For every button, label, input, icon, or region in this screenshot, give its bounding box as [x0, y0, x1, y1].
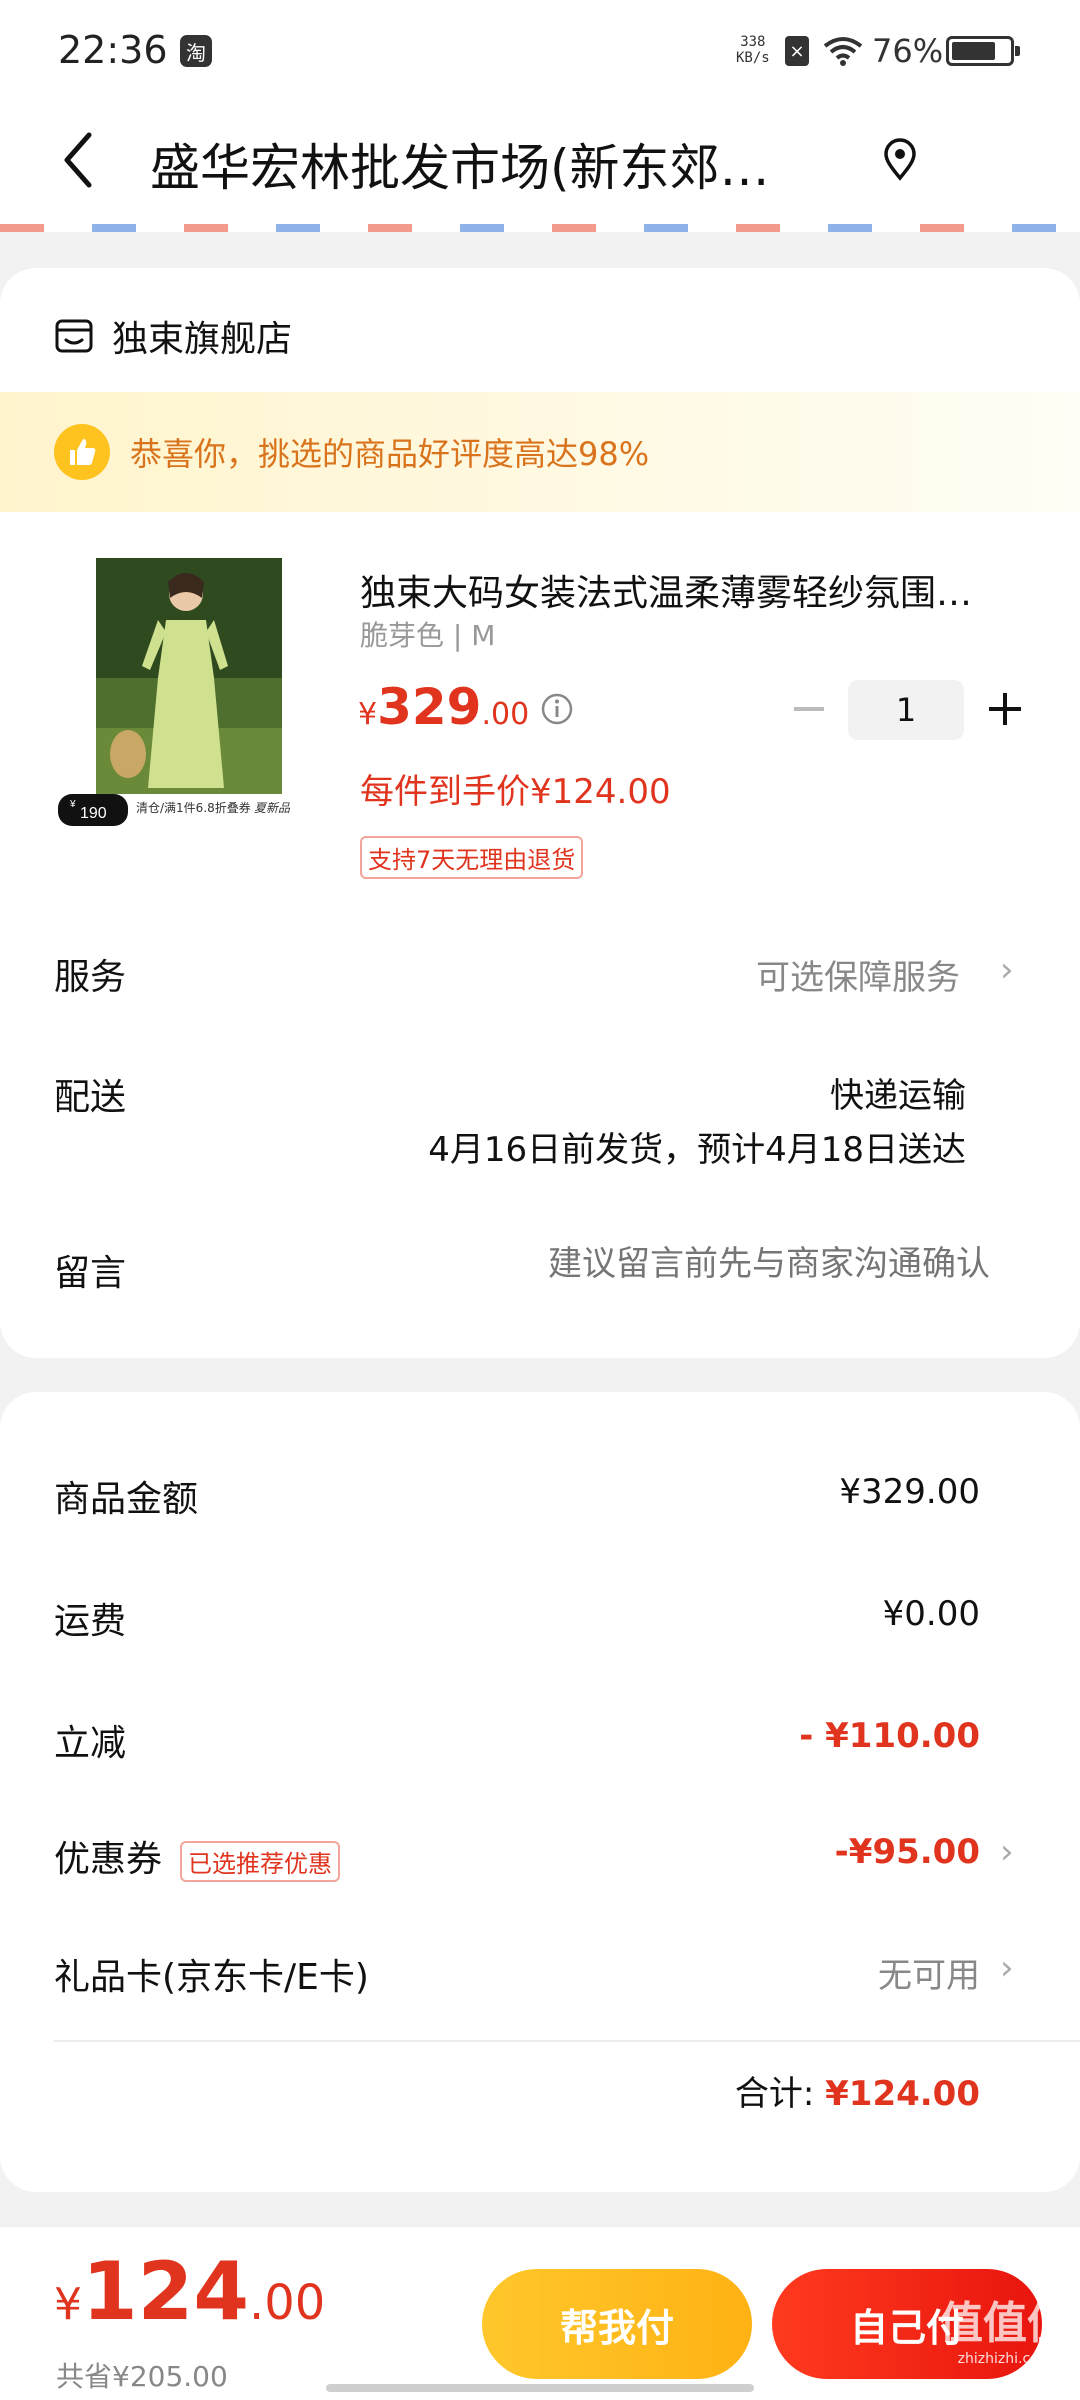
shipping-value: ¥0.00	[882, 1594, 980, 1634]
coupon-label: 优惠券	[54, 1839, 163, 1880]
coupon-row[interactable]: 优惠券 已选推荐优惠	[54, 1830, 341, 1882]
return-policy-tag: 支持7天无理由退货	[360, 836, 584, 879]
service-label: 服务	[54, 957, 127, 998]
chevron-right-icon[interactable]: ›	[1000, 1948, 1014, 1988]
plus-icon	[989, 693, 1021, 725]
delivery-method[interactable]: 快递运输	[830, 1068, 966, 1117]
quantity-increase-button[interactable]	[982, 686, 1028, 732]
location-pin-icon[interactable]	[880, 138, 920, 186]
store-icon	[55, 319, 93, 353]
price-integer: 329	[377, 678, 482, 736]
final-unit-price: 每件到手价¥124.00	[360, 772, 671, 812]
giftcard-value[interactable]: 无可用	[878, 1948, 980, 1997]
praise-banner: 恭喜你，挑选的商品好评度高达98%	[0, 392, 1080, 512]
page-title: 盛华宏林批发市场(新东郊…	[150, 139, 770, 197]
price-summary-card: 商品金额 ¥329.00 运费 ¥0.00 立减 - ¥110.00 优惠券 已选…	[0, 1392, 1080, 2192]
help-me-pay-button[interactable]: 帮我付	[482, 2269, 752, 2379]
price-currency: ¥	[358, 697, 378, 732]
praise-text: 恭喜你，挑选的商品好评度高达98%	[130, 435, 650, 473]
quantity-decrease-button[interactable]	[786, 686, 832, 732]
divider	[54, 2040, 1080, 2042]
total-row: 合计: ¥124.00	[735, 2066, 980, 2115]
checkout-price: ¥124.00	[54, 2245, 325, 2338]
total-value: ¥124.00	[825, 2074, 980, 2114]
home-indicator[interactable]	[326, 2384, 754, 2392]
saved-amount: 共省¥205.00	[56, 2360, 228, 2393]
coupon-recommended-tag: 已选推荐优惠	[180, 1840, 341, 1882]
checkout-price-currency: ¥	[54, 2279, 82, 2330]
service-value[interactable]: 可选保障服务	[756, 950, 960, 999]
network-speed-value: 338	[740, 34, 766, 50]
minus-icon	[794, 707, 824, 711]
message-label: 留言	[54, 1253, 127, 1294]
wifi-icon	[823, 36, 863, 70]
product-image[interactable]: 190 ¥ 清仓/满1件6.8折叠券 夏新品	[58, 558, 314, 826]
discount-value: - ¥110.00	[799, 1716, 980, 1756]
watermark: 值值值 zhizhizhi.com	[930, 2287, 1080, 2397]
page-header: 盛华宏林批发市场(新东郊…	[0, 100, 1080, 230]
chevron-right-icon[interactable]: ›	[1000, 950, 1014, 990]
image-badge-price: 190	[80, 805, 107, 822]
status-time: 22:36	[58, 28, 168, 72]
price-decimal: .00	[481, 697, 530, 732]
image-banner-text: 清仓/满1件6.8折叠券	[136, 800, 251, 815]
product-spec[interactable]: 脆芽色 | M	[360, 614, 495, 654]
network-speed-unit: KB/s	[736, 50, 770, 66]
battery-percent: 76%	[872, 32, 944, 70]
image-new-tag: 夏新品	[254, 801, 291, 815]
battery-icon	[946, 36, 1020, 66]
watermark-site: zhizhizhi.com	[957, 2351, 1053, 2367]
product-title[interactable]: 独束大码女装法式温柔薄雾轻纱氛围…	[360, 564, 1020, 616]
discount-label: 立减	[54, 1723, 127, 1764]
delivery-label: 配送	[54, 1077, 127, 1118]
giftcard-label: 礼品卡(京东卡/E卡)	[54, 1957, 369, 1998]
checkout-price-integer: 124	[82, 2245, 249, 2338]
checkout-price-decimal: .00	[249, 2275, 326, 2331]
checkout-bar: ¥124.00 共省¥205.00 帮我付 自己付 值值值 zhizhizhi.…	[0, 2226, 1080, 2400]
back-button[interactable]	[48, 120, 108, 200]
status-bar: 22:36 淘 338 KB/s × 76%	[0, 0, 1080, 100]
delivery-estimate: 4月16日前发货，预计4月18日送达	[428, 1130, 966, 1170]
shop-name: 独束旗舰店	[112, 319, 293, 360]
product-price: ¥329.00	[358, 678, 529, 736]
shipping-label: 运费	[54, 1601, 127, 1642]
watermark-logo: 值值值	[939, 2298, 1071, 2349]
address-airmail-border	[0, 224, 1080, 232]
svg-text:¥: ¥	[69, 799, 76, 810]
coupon-value[interactable]: -¥95.00	[835, 1832, 980, 1872]
message-input[interactable]	[430, 1234, 990, 1294]
goods-amount-label: 商品金额	[54, 1479, 199, 1520]
total-label: 合计:	[734, 2074, 815, 2114]
chevron-left-icon	[64, 132, 92, 188]
shop-header[interactable]: 独束旗舰店	[54, 310, 292, 362]
order-card: 独束旗舰店 恭喜你，挑选的商品好评度高达98% 190 ¥ 清仓/满1件6.8折…	[0, 268, 1080, 1358]
no-sim-icon: ×	[785, 36, 809, 66]
battery-level-fill	[952, 42, 995, 60]
thumbs-up-icon	[54, 424, 110, 480]
network-speed: 338 KB/s	[736, 34, 770, 66]
taobao-app-icon: 淘	[180, 35, 212, 67]
info-icon[interactable]	[540, 692, 574, 730]
quantity-input[interactable]: 1	[848, 680, 964, 740]
goods-amount-value: ¥329.00	[839, 1472, 980, 1512]
chevron-right-icon[interactable]: ›	[1000, 1832, 1014, 1872]
